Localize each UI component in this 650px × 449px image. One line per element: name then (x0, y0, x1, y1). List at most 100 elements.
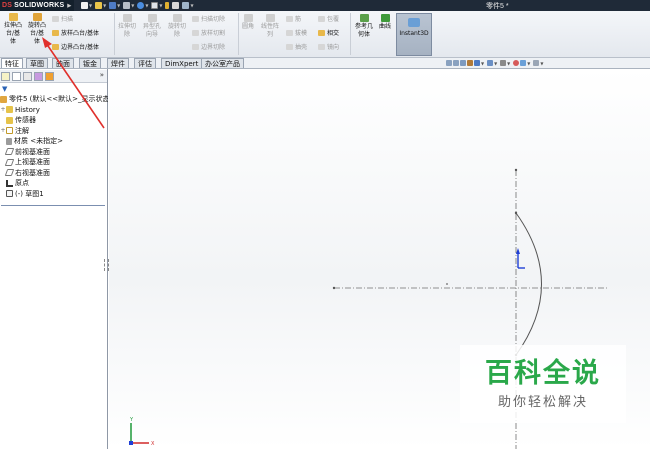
instant3d-button[interactable]: Instant3D (396, 13, 432, 56)
triad-y-label: Y (129, 417, 134, 423)
tree-item-origin[interactable]: 原点 (0, 178, 108, 189)
shell-icon (286, 43, 293, 50)
revolve-boss-label: 旋转凸 台/基 体 (27, 22, 46, 45)
triad-z-axis (129, 441, 133, 445)
previous-view-icon[interactable] (460, 60, 466, 66)
fillet-button[interactable]: 圆角 (240, 14, 256, 31)
file-properties-button[interactable] (171, 1, 180, 10)
swept-cut-label: 扫描切除 (201, 16, 226, 23)
revolve-boss-button[interactable]: 旋转凸 台/基 体 (26, 13, 48, 46)
tab-weldments[interactable]: 焊件 (107, 58, 129, 68)
reference-geometry-button[interactable]: 参考几 何体 (353, 14, 375, 39)
rollback-bar[interactable] (1, 205, 105, 206)
tree-item-top-plane[interactable]: 上视基准面 (0, 157, 108, 168)
configuration-manager-tab-icon[interactable] (23, 71, 32, 81)
tree-item-right-plane[interactable]: 右视基准面 (0, 168, 108, 179)
revolve-boss-icon (32, 13, 42, 21)
tree-item-history[interactable]: + History (0, 105, 108, 116)
tab-office-products[interactable]: 办公室产品 (201, 58, 244, 68)
reference-geometry-icon (359, 14, 369, 22)
draft-icon (286, 29, 293, 36)
revolved-cut-button[interactable]: 旋转切 除 (166, 14, 188, 39)
tab-sketch[interactable]: 草图 (26, 58, 48, 68)
hole-wizard-button[interactable]: 异型孔 向导 (140, 14, 164, 39)
part-icon (0, 95, 7, 103)
tab-surfaces[interactable]: 曲面 (52, 58, 74, 68)
display-style-icon[interactable] (487, 60, 494, 66)
swept-cut-button[interactable]: 扫描切除 (192, 14, 225, 23)
boundary-cut-icon (192, 43, 199, 50)
tree-item-material[interactable]: 材质 <未指定> (0, 136, 108, 147)
extrude-boss-icon (8, 13, 18, 21)
boundary-boss-button[interactable]: 边界凸台/基体 (52, 42, 99, 51)
display-manager-tab-icon[interactable] (45, 71, 54, 81)
feature-manager-tab-icon[interactable] (1, 71, 10, 81)
new-document-icon (81, 2, 88, 9)
centerline-endpoint[interactable] (514, 168, 518, 172)
apply-scene-icon[interactable] (520, 60, 527, 66)
options-button[interactable]: ▼ (181, 1, 194, 10)
tree-item-label: (-) 草图1 (15, 189, 44, 198)
intersect-label: 相交 (327, 30, 340, 37)
intersect-button[interactable]: 相交 (318, 28, 339, 37)
sweep-button[interactable]: 扫描 (52, 14, 73, 23)
rebuild-button[interactable] (164, 1, 170, 10)
revolved-cut-icon (172, 14, 182, 22)
print-button[interactable]: ▼ (122, 1, 135, 10)
panel-tabs: » (0, 70, 107, 83)
tree-root-part[interactable]: 零件5 (默认<<默认>_显示状态 (0, 94, 108, 105)
edit-appearance-icon[interactable] (513, 60, 520, 66)
plane-icon (4, 169, 15, 177)
zoom-to-area-icon[interactable] (453, 60, 459, 66)
panel-expand-icon[interactable]: » (100, 71, 104, 79)
tab-sheet-metal[interactable]: 钣金 (79, 58, 101, 68)
tab-features[interactable]: 特征 (1, 58, 23, 68)
select-button[interactable]: ▼ (150, 1, 163, 10)
linear-pattern-button[interactable]: 线性阵 列 (259, 14, 281, 39)
boundary-cut-button[interactable]: 边界切除 (192, 42, 225, 51)
instant3d-label: Instant3D (399, 30, 429, 37)
wrap-button[interactable]: 包覆 (318, 14, 339, 23)
loft-boss-button[interactable]: 放样凸台/基体 (52, 28, 99, 37)
mirror-button[interactable]: 镜向 (318, 42, 339, 51)
tab-dimxpert[interactable]: DimXpert (161, 58, 203, 68)
revolved-cut-label: 旋转切 除 (167, 23, 186, 38)
fillet-icon (243, 14, 253, 22)
curves-button[interactable]: 曲线 (377, 14, 393, 31)
save-button[interactable]: ▼ (108, 1, 121, 10)
view-settings-icon[interactable] (533, 60, 540, 66)
tree-item-sensors[interactable]: 传感器 (0, 115, 108, 126)
feature-manager-panel: » ▼ 零件5 (默认<<默认>_显示状态 + History 传感器 + 注解… (0, 69, 109, 449)
view-orientation-icon[interactable] (474, 60, 480, 66)
tree-item-front-plane[interactable]: 前视基准面 (0, 147, 108, 158)
centerline-endpoint[interactable] (332, 286, 336, 290)
ribbon-separator (350, 13, 351, 55)
lofted-cut-button[interactable]: 放样切割 (192, 28, 225, 37)
draft-button[interactable]: 拔模 (286, 28, 307, 37)
hide-show-items-icon[interactable] (500, 60, 507, 66)
open-button[interactable]: ▼ (94, 1, 107, 10)
dimxpert-manager-tab-icon[interactable] (34, 71, 43, 81)
filter-icon[interactable]: ▼ (2, 85, 7, 93)
tab-evaluate[interactable]: 评估 (134, 58, 156, 68)
tree-item-sketch1[interactable]: (-) 草图1 (0, 189, 108, 200)
shell-button[interactable]: 抽壳 (286, 42, 307, 51)
tree-item-annotations[interactable]: + 注解 (0, 126, 108, 137)
sketch-arc[interactable] (515, 212, 542, 356)
history-folder-icon (6, 106, 13, 114)
solidworks-logo[interactable]: DS SOLIDWORKS ▶ (0, 0, 74, 11)
menu-arrow-icon[interactable]: ▶ (67, 3, 71, 9)
sketch-point[interactable] (446, 283, 448, 285)
arc-endpoint[interactable] (514, 211, 518, 215)
extruded-cut-button[interactable]: 拉伸切 除 (116, 14, 138, 39)
extrude-boss-button[interactable]: 拉伸凸 台/基 体 (2, 13, 24, 46)
tree-item-label: 原点 (15, 179, 29, 187)
section-view-icon[interactable] (467, 60, 473, 66)
hole-wizard-label: 异型孔 向导 (142, 23, 161, 38)
new-document-button[interactable]: ▼ (80, 1, 93, 10)
rib-button[interactable]: 筋 (286, 14, 301, 23)
undo-button[interactable]: ▼ (136, 1, 149, 10)
reference-geometry-label: 参考几 何体 (354, 23, 373, 38)
property-manager-tab-icon[interactable] (12, 71, 21, 81)
zoom-to-fit-icon[interactable] (446, 60, 452, 66)
